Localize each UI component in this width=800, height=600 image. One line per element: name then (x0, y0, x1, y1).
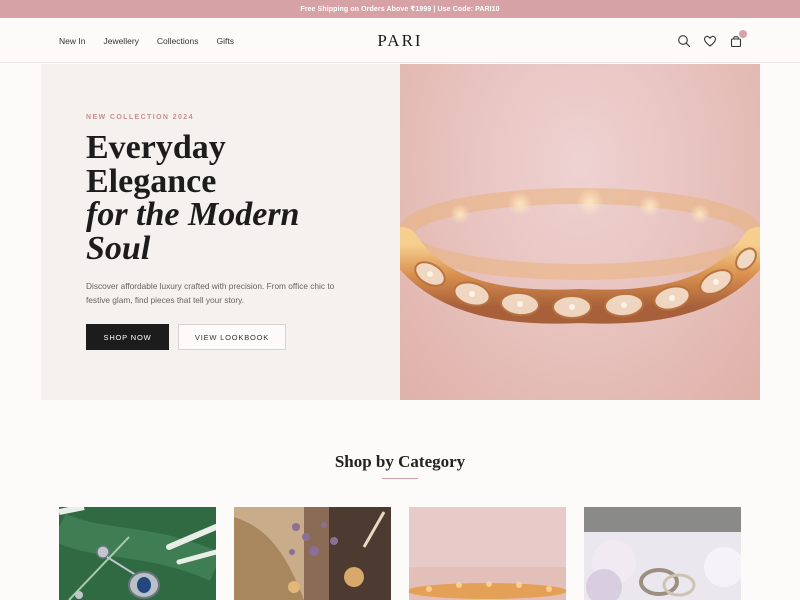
announcement-bar: Free Shipping on Orders Above ₹1999 | Us… (0, 0, 800, 18)
hero-bracelet-image (400, 64, 760, 400)
headline-line-4: Soul (86, 229, 151, 267)
shop-now-button[interactable]: SHOP NOW (86, 324, 169, 350)
hero-headline: Everyday Elegance for the Modern Soul (86, 131, 386, 265)
bag-icon[interactable] (729, 29, 747, 48)
announcement-text: Free Shipping on Orders Above ₹1999 | Us… (300, 6, 500, 13)
view-lookbook-button[interactable]: VIEW LOOKBOOK (178, 324, 286, 350)
header-icons (677, 18, 747, 63)
category-card-earrings[interactable] (234, 507, 391, 600)
headline-line-2: Elegance (86, 162, 217, 200)
title-underline (382, 478, 418, 479)
nav-gifts[interactable]: Gifts (216, 36, 233, 46)
heart-icon[interactable] (703, 34, 717, 48)
nav-jewellery[interactable]: Jewellery (103, 36, 138, 46)
headline-line-3: for the Modern (86, 196, 300, 233)
hero-text-panel: NEW COLLECTION 2024 Everyday Elegance fo… (41, 64, 400, 400)
main-nav: New In Jewellery Collections Gifts (59, 18, 252, 63)
nav-collections[interactable]: Collections (157, 36, 199, 46)
hero-eyebrow: NEW COLLECTION 2024 (86, 114, 194, 121)
category-card-rings[interactable] (584, 507, 741, 600)
cart-count-badge (739, 29, 747, 38)
headline-line-1: Everyday (86, 129, 226, 166)
site-header: New In Jewellery Collections Gifts PARI (0, 18, 800, 63)
search-icon[interactable] (677, 34, 691, 48)
hero-description: Discover affordable luxury crafted with … (86, 281, 335, 305)
logo[interactable]: PARI (377, 18, 422, 63)
category-card-pendant[interactable] (59, 507, 216, 600)
category-card-bracelets[interactable] (409, 507, 566, 600)
shop-by-category-title: Shop by Category (334, 452, 466, 471)
nav-new-in[interactable]: New In (59, 36, 85, 46)
hero-section: NEW COLLECTION 2024 Everyday Elegance fo… (41, 64, 760, 400)
